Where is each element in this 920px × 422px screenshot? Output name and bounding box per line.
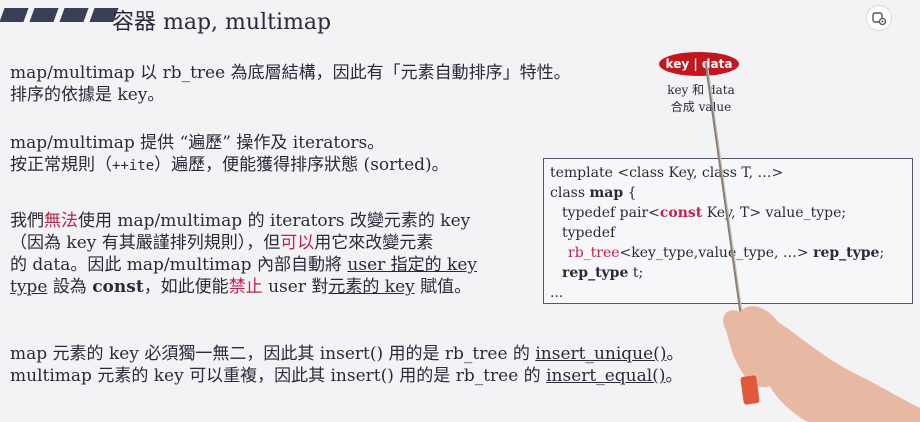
key-data-badge: key | data: [659, 52, 739, 76]
text-fragment: 用它來改變元素: [314, 233, 434, 253]
code-line: class map {: [550, 183, 906, 203]
highlight-text: 無法: [44, 211, 78, 231]
paragraph-insert: map 元素的 key 必須獨一無二，因此其 insert() 用的是 rb_t…: [10, 343, 683, 387]
badge-caption: key 和 data 合成 value: [660, 82, 742, 116]
code-fragment: ++ite: [112, 158, 155, 174]
code-keyword: map: [589, 185, 624, 201]
code-line: rep_type t;: [550, 263, 906, 283]
text-fragment: 的 data。因此 map/multimap 內部自動將: [10, 255, 348, 275]
text-fragment: 。: [666, 344, 684, 364]
highlight-text: 可以: [280, 233, 315, 253]
text-fragment: user 對: [262, 277, 329, 297]
text-line: 我們無法使用 map/multimap 的 iterators 改變元素的 ke…: [10, 210, 477, 232]
underlined-text: type: [10, 277, 48, 297]
code-keyword: rep_type: [562, 265, 629, 281]
text-line: 按正常規則（++ite）遍歷，便能獲得排序狀態 (sorted)。: [10, 154, 449, 177]
header-bar: [29, 8, 59, 22]
code-fragment: Key, T> value_type;: [702, 205, 847, 221]
text-fragment: 賦值。: [414, 277, 472, 297]
text-fragment: 我們: [10, 211, 44, 231]
code-highlight: const: [659, 205, 703, 221]
text-fragment: 使用 map/multimap 的 iterators 改變元素的 key: [78, 211, 471, 231]
text-fragment: 按正常規則（: [10, 155, 112, 175]
caption-line: 合成 value: [670, 100, 732, 114]
paragraph-iterators: map/multimap 提供 “遍歷” 操作及 iterators。 按正常規…: [10, 132, 449, 177]
code-fragment: ;: [879, 245, 885, 261]
code-fragment: class: [550, 185, 590, 201]
code-fragment: {: [623, 185, 637, 201]
code-line: rb_tree<key_type,value_type, …> rep_type…: [550, 243, 906, 263]
code-line: ...: [550, 285, 564, 301]
text-fragment: （因為 key 有其嚴謹排列規則），但: [10, 233, 281, 253]
text-fragment: map 元素的 key 必須獨一無二，因此其 insert() 用的是 rb_t…: [10, 344, 536, 364]
code-line: template <class Key, class T, …>: [550, 165, 784, 181]
underlined-text: 元素的 key: [328, 277, 415, 297]
underlined-text: insert_equal(): [546, 366, 666, 386]
text-line: map/multimap 以 rb_tree 為底層結構，因此有「元素自動排序」…: [10, 63, 571, 83]
text-fragment: multimap 元素的 key 可以重複，因此其 insert() 用的是 r…: [10, 366, 547, 386]
pen-settings-icon[interactable]: [866, 5, 892, 31]
code-fragment: <key_type,value_type, …>: [619, 245, 814, 261]
code-fragment: t;: [628, 265, 644, 281]
header-decoration-bars: [0, 8, 119, 22]
text-line: type 設為 const，如此便能禁止 user 對元素的 key 賦值。: [10, 276, 477, 298]
text-fragment: 設為: [47, 277, 93, 297]
text-line: （因為 key 有其嚴謹排列規則），但可以用它來改變元素: [10, 232, 477, 254]
header-bar: [59, 8, 89, 22]
code-snippet-box: template <class Key, class T, …> class m…: [543, 158, 913, 304]
text-line: map/multimap 提供 “遍歷” 操作及 iterators。: [10, 133, 385, 153]
pen-settings-glyph: [872, 12, 887, 26]
caption-line: key 和 data: [667, 83, 735, 97]
underlined-text: user 指定的 key: [347, 255, 478, 275]
code-line: typedef: [562, 225, 616, 241]
underlined-text: insert_unique(): [535, 344, 667, 364]
text-line: multimap 元素的 key 可以重複，因此其 insert() 用的是 r…: [10, 365, 683, 387]
slide-title: 容器 map, multimap: [112, 10, 332, 35]
text-line: 的 data。因此 map/multimap 內部自動將 user 指定的 ke…: [10, 254, 477, 276]
text-fragment: 。: [665, 366, 683, 386]
paragraph-rb-tree: map/multimap 以 rb_tree 為底層結構，因此有「元素自動排序」…: [10, 62, 571, 106]
bold-text: const: [92, 277, 144, 297]
pointer-handle: [740, 375, 760, 405]
header-bar: [0, 8, 29, 22]
highlight-text: 禁止: [228, 277, 263, 297]
text-line: map 元素的 key 必須獨一無二，因此其 insert() 用的是 rb_t…: [10, 343, 683, 365]
text-fragment: ）遍歷，便能獲得排序狀態 (sorted)。: [154, 155, 449, 175]
paragraph-const-key: 我們無法使用 map/multimap 的 iterators 改變元素的 ke…: [10, 210, 477, 298]
text-fragment: ，如此便能: [143, 277, 229, 297]
code-fragment: typedef pair<: [562, 205, 660, 221]
text-line: 排序的依據是 key。: [10, 85, 165, 105]
code-highlight: rb_tree: [568, 245, 620, 261]
code-keyword: rep_type: [813, 245, 880, 261]
code-line: typedef pair<const Key, T> value_type;: [550, 203, 906, 223]
presenter-hand: [723, 306, 920, 422]
